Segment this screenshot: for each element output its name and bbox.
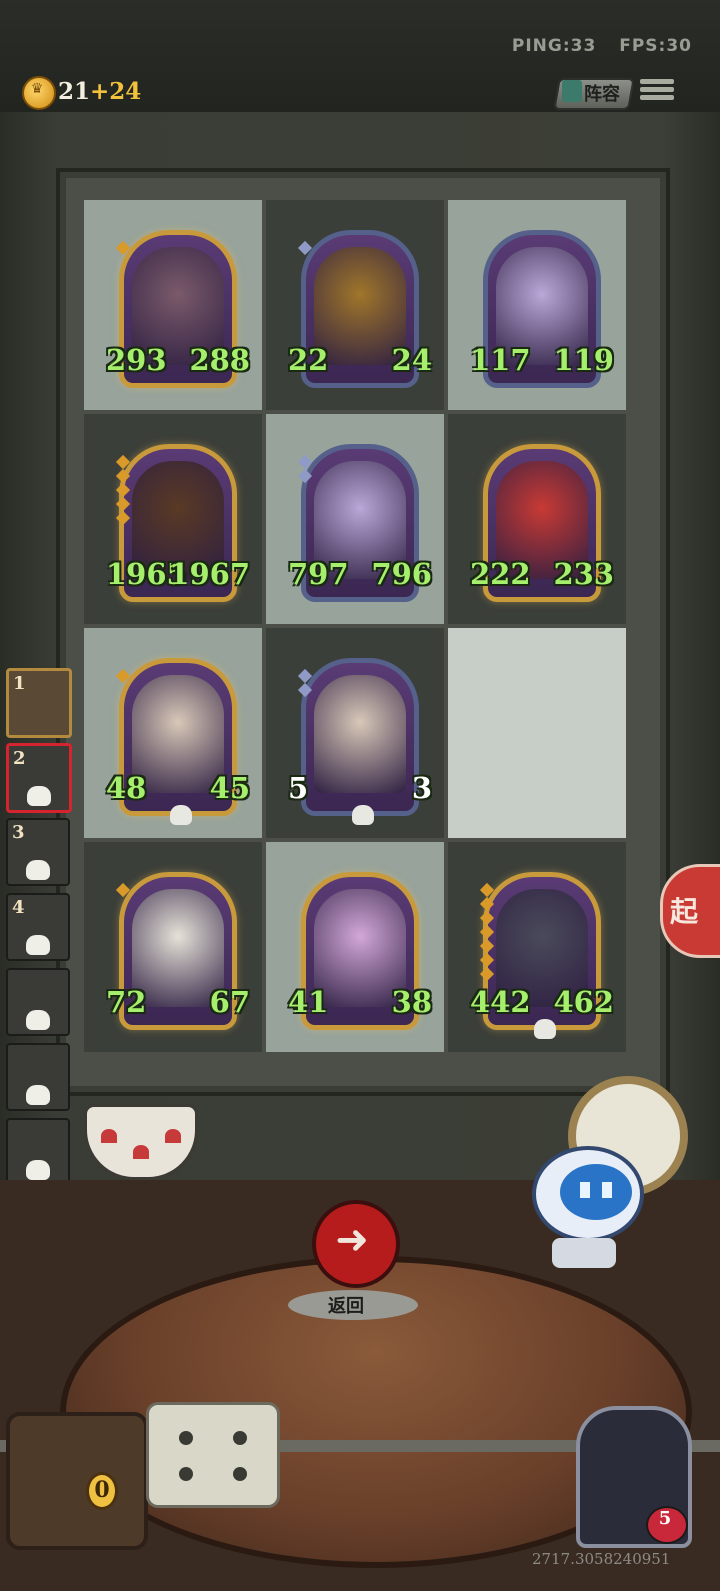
health-value: 288 <box>189 343 250 377</box>
star-rank-icon <box>297 239 313 257</box>
battle-board: 293 288 22 24 117 119 1965 1967 797 796 222 233 48 45… <box>84 200 630 1056</box>
attack-value: 797 <box>288 557 349 591</box>
white-fox-card[interactable]: 797 796 <box>288 444 432 602</box>
star-rank-icon <box>297 453 313 485</box>
health-value: 1967 <box>169 557 250 591</box>
opponent-portrait[interactable] <box>6 1118 70 1186</box>
health-value: 796 <box>371 557 432 591</box>
opponent-portrait[interactable]: 2 <box>6 743 72 813</box>
star-rank-icon <box>115 881 131 899</box>
attack-value: 222 <box>470 557 531 591</box>
bull-terrier-card[interactable]: 293 288 <box>106 230 250 388</box>
skull-icon <box>352 805 374 825</box>
board-slot[interactable]: 41 38 <box>266 842 444 1052</box>
board-slot[interactable]: 222 233 <box>448 414 626 624</box>
opponent-list: 1 2 3 4 <box>2 668 72 1268</box>
skull-icon <box>26 935 50 955</box>
hyena-card[interactable]: 22 24 <box>288 230 432 388</box>
skull-icon <box>26 1010 50 1030</box>
top-bar: PING:33 FPS:30 ♛ 21 +24 阵容 <box>0 0 720 115</box>
pelican-card[interactable]: 53 <box>288 658 432 825</box>
board-slot[interactable]: 442 462 <box>448 842 626 1052</box>
star-rank-icon <box>115 453 131 527</box>
star-rank-icon <box>115 667 131 685</box>
opponent-rank: 2 <box>13 748 26 769</box>
robot-mascot <box>524 1146 644 1268</box>
board-slot[interactable]: 117 119 <box>448 200 626 410</box>
attack-value: 48 <box>106 771 147 805</box>
health-value: 119 <box>553 343 614 377</box>
tapir-card[interactable]: 41 38 <box>288 872 432 1030</box>
pelican-card[interactable]: 48 45 <box>106 658 250 825</box>
ping-readout: PING:33 <box>511 36 597 56</box>
attack-value: 117 <box>470 343 531 377</box>
star-rank-icon <box>115 239 131 257</box>
menu-button[interactable] <box>640 76 674 106</box>
back-label[interactable]: 返回 <box>328 1292 364 1318</box>
opponent-portrait[interactable]: 1 <box>6 668 72 738</box>
skull-icon <box>26 1160 50 1180</box>
arrow-left-icon[interactable]: ➜ <box>326 1214 378 1266</box>
opponent-portrait[interactable] <box>6 968 70 1036</box>
star-rank-icon <box>479 881 495 983</box>
attack-value: 5 <box>288 771 309 805</box>
white-fox-card[interactable]: 117 119 <box>470 230 614 388</box>
lineup-label[interactable]: 阵容 <box>584 80 620 106</box>
octopus-card[interactable]: 222 233 <box>470 444 614 602</box>
health-value: 45 <box>209 771 250 805</box>
fps-readout: FPS:30 <box>619 36 692 56</box>
attack-value: 72 <box>106 985 147 1019</box>
book-icon <box>562 80 582 102</box>
seed-text: 2717.3058240951 <box>532 1550 671 1568</box>
player-health: 5 <box>658 1508 672 1529</box>
skull-icon <box>26 1085 50 1105</box>
network-status: PING:33 FPS:30 <box>496 36 692 56</box>
boar-card[interactable]: 1965 1967 <box>106 444 250 602</box>
attack-value: 41 <box>288 985 329 1019</box>
board-slot[interactable]: 797 796 <box>266 414 444 624</box>
health-value: 38 <box>391 985 432 1019</box>
opponent-portrait[interactable]: 4 <box>6 893 70 961</box>
attack-value: 22 <box>288 343 329 377</box>
opponent-rank: 4 <box>12 897 25 918</box>
star-rank-icon <box>297 667 313 699</box>
board-slot[interactable]: 72 67 <box>84 842 262 1052</box>
board-slot[interactable]: 1965 1967 <box>84 414 262 624</box>
dice-decoration <box>146 1402 280 1508</box>
empty-board-slot[interactable] <box>448 628 626 838</box>
health-value: 233 <box>553 557 614 591</box>
crown-icon: ♛ <box>30 81 44 97</box>
attack-value: 293 <box>106 343 167 377</box>
health-value: 67 <box>209 985 250 1019</box>
cow-card[interactable]: 72 67 <box>106 872 250 1030</box>
skull-icon <box>27 786 51 806</box>
opponent-rank: 1 <box>13 673 26 694</box>
start-label[interactable]: 起 <box>670 890 698 930</box>
skull-icon <box>534 1019 556 1039</box>
skull-icon <box>170 805 192 825</box>
skull-icon <box>26 860 50 880</box>
board-slot[interactable]: 48 45 <box>84 628 262 838</box>
opponent-portrait[interactable] <box>6 1043 70 1111</box>
gold-amount: 21 <box>58 78 91 105</box>
treasure-chest-icon[interactable] <box>6 1412 148 1550</box>
gold-income: +24 <box>90 78 142 105</box>
pirate-octopus-card[interactable]: 442 462 <box>470 872 614 1039</box>
health-value: 462 <box>553 985 614 1019</box>
health-value: 3 <box>411 771 432 805</box>
board-slot[interactable]: 293 288 <box>84 200 262 410</box>
opponent-portrait[interactable]: 3 <box>6 818 70 886</box>
chest-count: 0 <box>86 1472 118 1510</box>
attack-value: 442 <box>470 985 531 1019</box>
opponent-rank: 3 <box>12 822 25 843</box>
health-value: 24 <box>391 343 432 377</box>
board-slot[interactable]: 22 24 <box>266 200 444 410</box>
board-slot[interactable]: 53 <box>266 628 444 838</box>
pelican-icon <box>314 675 406 793</box>
